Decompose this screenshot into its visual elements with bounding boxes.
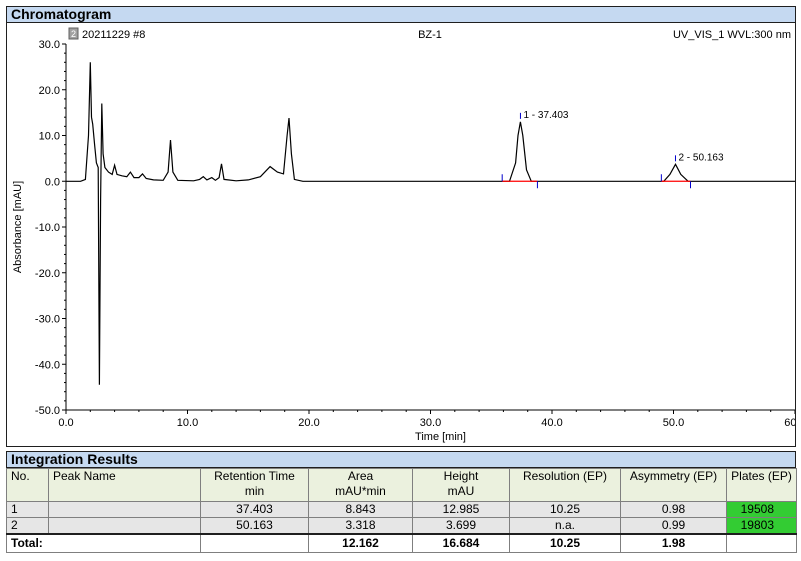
chromatogram-panel: 2 20211229 #8 BZ-1 UV_VIS_1 WVL:300 nm 3… bbox=[6, 23, 796, 447]
total-resolution: 10.25 bbox=[509, 533, 621, 553]
x-tick-label: 0.0 bbox=[58, 417, 73, 429]
cell-height: 12.985 bbox=[412, 501, 510, 518]
peak-label: 2 - 50.163 bbox=[678, 152, 723, 163]
cell-plates: 19803 bbox=[726, 517, 797, 535]
cell-area: 3.318 bbox=[308, 517, 413, 535]
column-header-resolution: Resolution (EP) bbox=[509, 468, 621, 502]
integration-results-table: No. Peak Name Retention Time min Area mAU*… bbox=[6, 468, 797, 553]
table-row: 2 50.163 3.318 3.699 n.a. 0.99 19803 bbox=[6, 517, 797, 535]
cell-no: 1 bbox=[6, 501, 49, 518]
y-tick-label: -10.0 bbox=[35, 222, 60, 234]
cell-resolution: n.a. bbox=[509, 517, 621, 535]
y-tick-label: 20.0 bbox=[39, 85, 60, 97]
total-retention bbox=[200, 533, 309, 553]
column-header-plates: Plates (EP) bbox=[726, 468, 797, 502]
table-header-row: No. Peak Name Retention Time min Area mAU*… bbox=[6, 468, 797, 502]
header-icon: 2 bbox=[68, 27, 79, 40]
column-header-area: Area mAU*min bbox=[308, 468, 413, 502]
x-tick-label: 40.0 bbox=[541, 417, 562, 429]
column-header-retention-time: Retention Time min bbox=[200, 468, 309, 502]
column-header-no: No. bbox=[6, 468, 49, 502]
y-tick-label: 10.0 bbox=[39, 131, 60, 143]
x-tick-label: 20.0 bbox=[298, 417, 319, 429]
y-axis-title: Absorbance [mAU] bbox=[12, 181, 24, 273]
y-tick-label: 30.0 bbox=[39, 39, 60, 51]
integration-section-title: Integration Results bbox=[6, 451, 796, 468]
x-tick-label: 50.0 bbox=[663, 417, 684, 429]
peak-label: 1 - 37.403 bbox=[523, 110, 568, 121]
column-header-height: Height mAU bbox=[412, 468, 510, 502]
y-tick-label: -40.0 bbox=[35, 359, 60, 371]
cell-asymmetry: 0.98 bbox=[620, 501, 727, 518]
cell-no: 2 bbox=[6, 517, 49, 535]
chromatogram-chart: 2 20211229 #8 BZ-1 UV_VIS_1 WVL:300 nm 3… bbox=[12, 27, 795, 443]
table-total-row: Total: 12.162 16.684 10.25 1.98 bbox=[6, 533, 797, 553]
cell-height: 3.699 bbox=[412, 517, 510, 535]
x-tick-label: 10.0 bbox=[177, 417, 198, 429]
detector-channel-label: UV_VIS_1 WVL:300 nm bbox=[673, 29, 791, 41]
cell-retention: 50.163 bbox=[200, 517, 309, 535]
total-area: 12.162 bbox=[308, 533, 413, 553]
column-header-peak-name: Peak Name bbox=[48, 468, 201, 502]
svg-text:2: 2 bbox=[71, 29, 76, 39]
column-header-asymmetry: Asymmetry (EP) bbox=[620, 468, 727, 502]
chromatogram-section-title: Chromatogram bbox=[6, 6, 796, 23]
total-plates bbox=[726, 533, 797, 553]
y-tick-label: -20.0 bbox=[35, 268, 60, 280]
cell-resolution: 10.25 bbox=[509, 501, 621, 518]
cell-peak-name bbox=[48, 501, 201, 518]
y-tick-label: -30.0 bbox=[35, 314, 60, 326]
y-tick-label: 0.0 bbox=[45, 176, 60, 188]
cell-plates: 19508 bbox=[726, 501, 797, 518]
cell-asymmetry: 0.99 bbox=[620, 517, 727, 535]
total-asymmetry: 1.98 bbox=[620, 533, 727, 553]
x-axis-title: Time [min] bbox=[415, 431, 466, 443]
total-height: 16.684 bbox=[412, 533, 510, 553]
x-tick-label: 30.0 bbox=[420, 417, 441, 429]
table-row: 1 37.403 8.843 12.985 10.25 0.98 19508 bbox=[6, 501, 797, 518]
y-tick-label: -50.0 bbox=[35, 405, 60, 417]
sample-name: BZ-1 bbox=[418, 29, 442, 41]
cell-peak-name bbox=[48, 517, 201, 535]
total-label: Total: bbox=[6, 533, 201, 553]
cell-area: 8.843 bbox=[308, 501, 413, 518]
injection-label: 20211229 #8 bbox=[82, 29, 145, 41]
cell-retention: 37.403 bbox=[200, 501, 309, 518]
chromatogram-trace bbox=[66, 62, 795, 385]
x-tick-label: 60.0 bbox=[784, 417, 795, 429]
